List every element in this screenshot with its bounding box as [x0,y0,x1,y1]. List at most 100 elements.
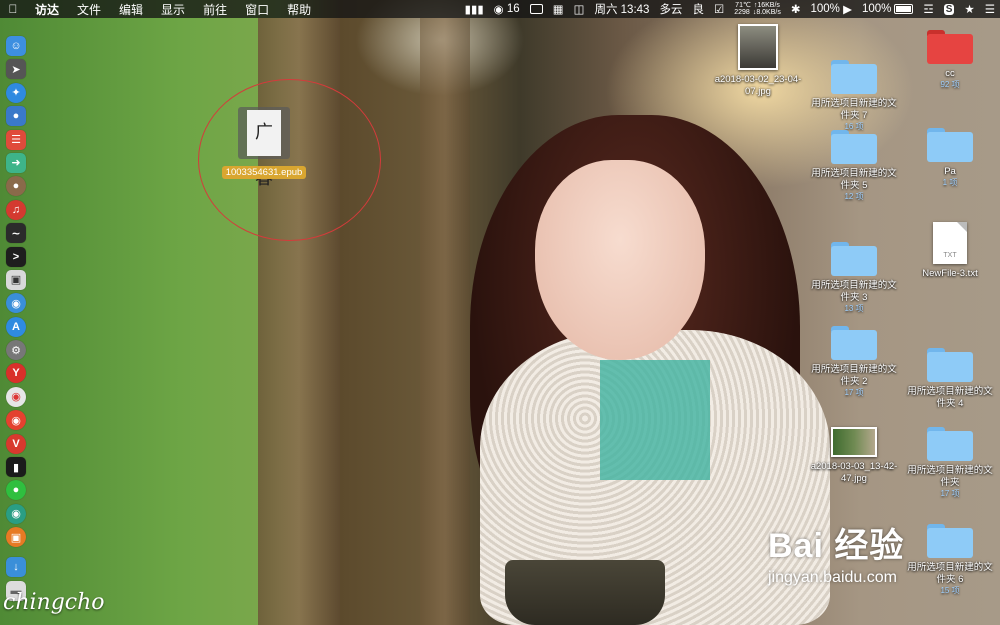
wallpaper-pillar [420,18,470,625]
menu-go[interactable]: 前往 [194,1,236,18]
baidu-url: jingyan.baidu.com [768,569,897,586]
volume-status[interactable]: 100% ▶ [805,2,856,16]
wechat-icon: ◉ [493,4,504,16]
folder-label: cc [945,68,955,79]
txt-file[interactable]: TXT NewFile-3.txt [900,222,1000,280]
chrome-icon[interactable]: ◉ [6,386,26,407]
temperature-text: 71℃ [735,2,751,9]
menu-app-name[interactable]: 访达 [26,1,68,18]
folder-label: 用所选项目新建的文件夹 3 [811,280,897,303]
weather-text[interactable]: 多云 [654,1,687,17]
battery-status[interactable]: 100% [857,3,918,15]
yandex-browser-icon[interactable]: Y [6,363,26,384]
activity-monitor-icon[interactable]: ∼ [6,223,26,244]
folder-count: 17 项 [940,489,960,498]
image-file-1[interactable]: a2018-03-02_23-04-07.jpg [708,24,808,98]
folder-pa[interactable]: Pa 1 项 [900,128,1000,188]
folder-label: Pa [944,166,956,177]
app-store-icon[interactable]: A [6,316,26,337]
folder-new[interactable]: 用所选项目新建的文件夹 17 项 [900,427,1000,499]
folder-count: 12 项 [844,192,864,201]
downloads-folder-icon[interactable]: ↓ [6,557,26,578]
status-bars-icon[interactable]: ▮▮▮ [460,2,489,16]
folder-label: 用所选项目新建的文件夹 2 [811,364,897,387]
folder-icon [927,348,973,382]
safari-icon[interactable]: ✦ [6,82,26,103]
net-down-text: ↓8.0KB/s [752,9,781,16]
display-icon[interactable] [525,4,548,14]
wifi-icon[interactable]: ☲ [918,2,938,16]
image-thumbnail-icon [738,24,778,70]
folder-count: 17 项 [844,388,864,397]
calendar-app-icon[interactable]: ☰ [6,129,26,150]
photos-app-icon[interactable]: ● [6,176,26,197]
epub-file-icon: 广春 [238,107,290,189]
menu-file[interactable]: 文件 [68,1,110,18]
s-app-icon[interactable]: S [939,3,960,15]
battery-text: 100% [861,3,892,15]
folder-new-5[interactable]: 用所选项目新建的文件夹 5 12 项 [804,130,904,202]
vivaldi-icon[interactable]: V [6,433,26,454]
netease-music-icon[interactable]: ♫ [6,199,26,220]
grid-icon[interactable]: ▦ [548,2,569,16]
folder-icon [831,242,877,276]
weibo-icon[interactable]: ◉ [6,410,26,431]
folder-icon [927,427,973,461]
folder-new-4[interactable]: 用所选项目新建的文件夹 4 [900,348,1000,410]
finder-icon[interactable]: ☺ [6,36,26,56]
folder-label: 用所选项目新建的文件夹 7 [811,98,897,121]
baidu-jingyan-watermark: Bai 经验 jingyan.baidu.com [768,518,998,587]
terminal-icon[interactable]: > [6,246,26,267]
wallpaper-vase [505,560,665,625]
iterm-icon[interactable]: ▮ [6,457,26,478]
text-file-icon: TXT [933,222,967,264]
bluetooth-icon[interactable]: ✱ [786,2,806,16]
folder-label: 用所选项目新建的文件夹 5 [811,168,897,191]
folder-cc[interactable]: cc 92 项 [900,30,1000,90]
net-up-text: ↑16KB/s [753,2,780,9]
epub-file[interactable]: 广春 1003354631.epub [214,107,314,189]
menu-window[interactable]: 窗口 [236,1,278,18]
clock-datetime[interactable]: 周六 13:43 [589,1,654,17]
folder-new-7[interactable]: 用所选项目新建的文件夹 7 16 项 [804,60,904,132]
folder-new-3[interactable]: 用所选项目新建的文件夹 3 13 项 [804,242,904,314]
menu-edit[interactable]: 编辑 [110,1,152,18]
notification-list-icon[interactable]: ☰ [980,2,1000,16]
contacts-icon[interactable]: ● [6,106,26,127]
air-quality-text[interactable]: 良 [687,1,709,17]
signature-watermark: chingcho [3,590,105,615]
folder-label: 用所选项目新建的文件夹 4 [907,386,993,409]
txt-badge: TXT [943,252,957,259]
folder-icon [831,326,877,360]
menu-help[interactable]: 帮助 [278,1,320,18]
menu-view[interactable]: 显示 [152,1,194,18]
fan-speed-text: 2298 [734,9,750,16]
wechat-app-icon[interactable]: ● [6,480,26,501]
image-file-1-label: a2018-03-02_23-04-07.jpg [714,74,802,97]
baidu-logo: Bai 经验 [768,527,905,565]
folder-new-2[interactable]: 用所选项目新建的文件夹 2 17 项 [804,326,904,398]
screenshot-app-icon[interactable]: ◉ [6,503,26,524]
folder-icon [927,30,973,64]
calendar-icon[interactable]: ◫ [569,2,590,16]
books-icon[interactable]: ▣ [6,527,26,548]
folder-label: 用所选项目新建的文件夹 [907,465,993,488]
apple-menu-icon[interactable]:  [0,2,26,16]
folder-count: 1 项 [942,178,958,187]
wallpaper-figure-top [600,360,710,480]
folder-icon [831,130,877,164]
volume-text: 100% [810,3,840,15]
migration-icon[interactable]: ➜ [6,152,26,173]
system-preferences-icon[interactable]: ⚙ [6,340,26,361]
wechat-status[interactable]: ◉ 16 [489,2,525,16]
system-monitor-widget[interactable]: 71℃ ↑16KB/s 2298 ↓8.0KB/s [729,2,786,16]
preview-icon[interactable]: ▣ [6,269,26,290]
battery-icon [894,4,914,14]
image-file-2[interactable]: a2018-03-03_13-42-47.jpg [804,427,904,485]
star-icon[interactable]: ★ [959,2,979,16]
launchpad-icon[interactable]: ➤ [6,59,26,80]
siri-icon[interactable]: ◉ [6,293,26,314]
folder-count: 13 项 [844,304,864,313]
monitor-icon[interactable]: ☑ [709,2,729,16]
folder-count: 15 项 [940,586,960,595]
